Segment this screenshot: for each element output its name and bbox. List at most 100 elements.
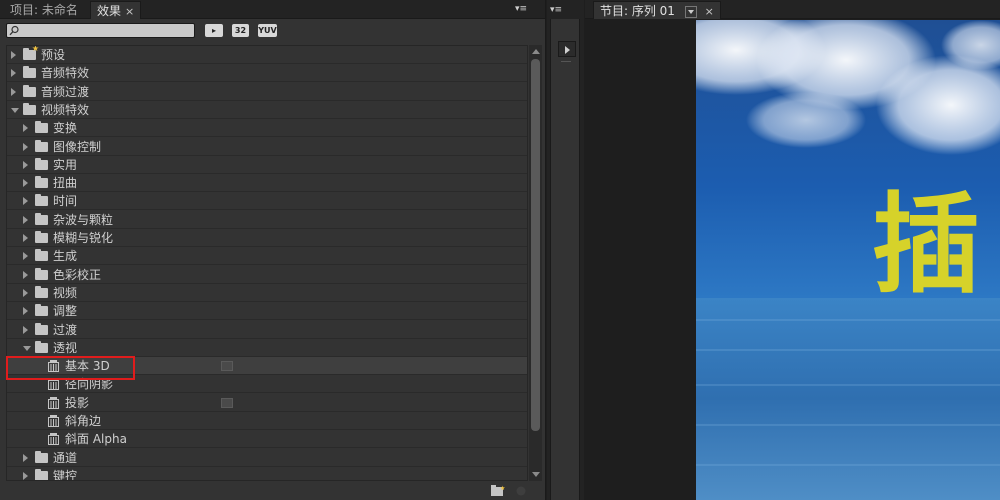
expand-arrow-right-icon[interactable] [11,87,16,96]
folder-icon [35,249,48,262]
folder-icon [35,194,48,207]
effect-item-19[interactable]: 投影 [7,394,527,412]
expand-button[interactable] [558,41,576,57]
divider [561,61,571,62]
folder-icon [35,304,48,317]
scroll-down-icon[interactable] [532,472,540,477]
expand-arrow-right-icon[interactable] [23,215,28,224]
tree-item-label: 色彩校正 [53,267,102,282]
expand-arrow-right-icon[interactable] [23,471,28,480]
effect-item-18[interactable]: 径向阴影 [7,375,527,394]
close-icon[interactable]: × [125,5,134,18]
tree-item-label: 变换 [53,121,78,136]
effect-item-21[interactable]: 斜面 Alpha [7,430,527,449]
expand-arrow-down-icon[interactable] [11,107,19,113]
tree-item-label: 预设 [41,48,66,62]
effect-icon [48,415,59,427]
tree-item-label: 过渡 [53,322,78,337]
effect-item-17[interactable]: 基本 3D [7,357,527,376]
tree-item-label: 模糊与锐化 [53,231,114,245]
folder-item-5[interactable]: 图像控制 [7,138,527,156]
tree-item-label: 斜面 Alpha [65,432,127,447]
tree-item-label: 斜角边 [65,414,102,428]
tree-item-label: 视频特效 [41,102,90,117]
expand-arrow-right-icon[interactable] [23,252,28,261]
expand-arrow-right-icon[interactable] [23,160,28,169]
folder-item-4[interactable]: 变换 [7,119,527,138]
expand-arrow-right-icon[interactable] [23,288,28,297]
accelerated-effects-label: ▸ [211,26,216,35]
search-row: ▸ 32 YUV [0,19,545,43]
expand-arrow-down-icon[interactable] [23,345,31,351]
effect-icon [48,378,59,391]
folder-icon [35,231,48,243]
expand-arrow-right-icon[interactable] [11,69,16,78]
tree-item-label: 杂波与颗粒 [53,212,114,227]
yuv-effects-button[interactable]: YUV [258,24,277,37]
close-icon[interactable]: × [705,5,714,18]
folder-item-11[interactable]: 生成 [7,247,527,266]
folder-item-10[interactable]: 模糊与锐化 [7,229,527,247]
svg-text:★: ★ [500,485,505,492]
vertical-scrollbar[interactable] [529,45,542,481]
folder-item-0[interactable]: ★ 预设 [7,46,527,64]
expand-arrow-right-icon[interactable] [23,453,28,462]
folder-icon [35,176,48,189]
search-icon [9,25,19,36]
expand-arrow-right-icon[interactable] [11,51,16,59]
tree-item-label: 实用 [53,157,78,172]
expand-arrow-right-icon[interactable] [23,270,28,279]
search-field[interactable] [6,23,195,38]
expand-arrow-right-icon[interactable] [23,179,28,188]
folder-item-15[interactable]: 过渡 [7,321,527,339]
32bit-effects-label: 32 [234,26,247,35]
folder-item-22[interactable]: 通道 [7,449,527,467]
program-tabbar: 节目: 序列 01 × [585,0,1000,19]
tree-item-label: 径向阴影 [65,377,114,392]
folder-item-12[interactable]: 色彩校正 [7,266,527,284]
folder-item-2[interactable]: 音频过渡 [7,83,527,101]
folder-item-13[interactable]: 视频 [7,284,527,302]
chevron-down-icon [687,9,694,14]
effect-icon [48,360,59,373]
folder-item-16[interactable]: 透视 [7,339,527,357]
folder-icon [35,468,48,480]
panel-menu-icon[interactable]: ▾≡ [550,4,564,16]
folder-item-14[interactable]: 调整 [7,302,527,321]
tree-item-label: 调整 [53,304,78,319]
folder-item-9[interactable]: 杂波与颗粒 [7,211,527,229]
folder-item-7[interactable]: 扭曲 [7,174,527,193]
play-icon [565,46,570,54]
tab-program-sequence[interactable]: 节目: 序列 01 × [593,1,721,19]
folder-icon [35,121,48,134]
expand-arrow-right-icon[interactable] [23,325,28,334]
expand-arrow-right-icon[interactable] [23,142,28,151]
new-custom-bin-icon[interactable]: ★ [491,485,505,496]
effects-tabbar: 项目: 未命名 效果 × ▾≡ [0,0,545,19]
tab-effects[interactable]: 效果 × [90,1,142,19]
folder-item-3[interactable]: 视频特效 [7,101,527,119]
tree-item-label: 通道 [53,450,78,465]
folder-item-23[interactable]: 键控 [7,467,527,480]
expand-arrow-right-icon[interactable] [23,124,28,133]
accelerated-effect-icon [221,397,233,408]
sequence-dropdown[interactable] [684,5,697,18]
folder-item-1[interactable]: 音频特效 [7,64,527,83]
scroll-up-icon[interactable] [532,49,540,54]
scrollbar-thumb[interactable] [531,59,540,431]
delete-icon[interactable] [514,485,528,496]
expand-arrow-right-icon[interactable] [23,234,28,242]
search-input[interactable] [21,24,191,37]
folder-item-6[interactable]: 实用 [7,156,527,174]
tab-project[interactable]: 项目: 未命名 [4,1,84,19]
preview-frame: 插 [696,20,1000,500]
folder-icon [35,322,48,335]
expand-arrow-right-icon[interactable] [23,197,28,206]
effect-item-20[interactable]: 斜角边 [7,412,527,430]
panel-menu-icon[interactable]: ▾≡ [514,3,528,15]
32bit-effects-button[interactable]: 32 [232,24,249,37]
folder-item-8[interactable]: 时间 [7,192,527,211]
accelerated-effects-button[interactable]: ▸ [205,24,223,37]
tree-item-label: 视频 [53,285,78,300]
expand-arrow-right-icon[interactable] [23,307,28,316]
